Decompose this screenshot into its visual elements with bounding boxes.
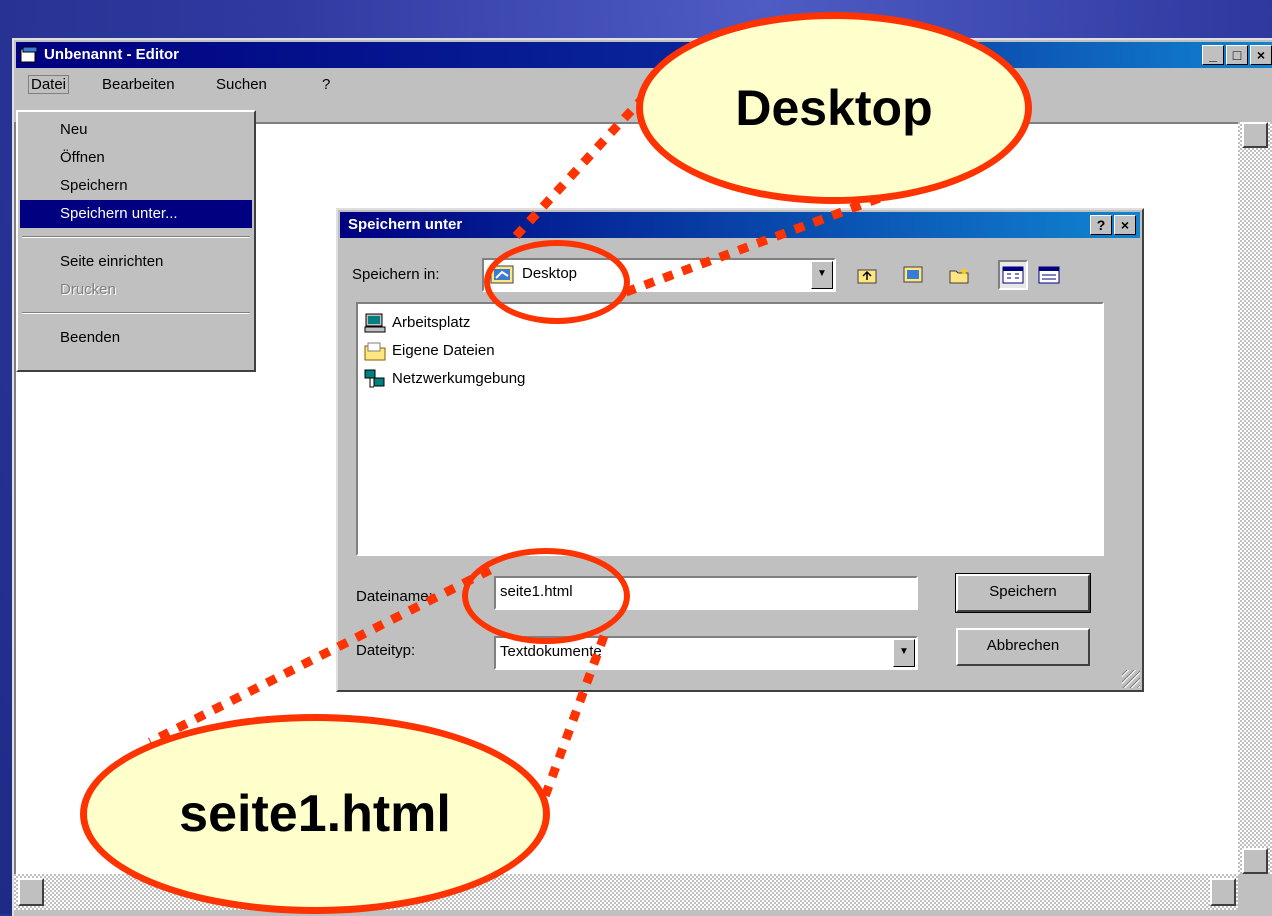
annotation-filename: seite1.html xyxy=(80,714,550,914)
highlight-ring-filename xyxy=(462,548,630,644)
annotation-desktop: Desktop xyxy=(636,12,1032,204)
annotation-desktop-text: Desktop xyxy=(735,80,933,136)
highlight-ring-desktop xyxy=(484,240,630,324)
annotation-filename-text: seite1.html xyxy=(179,785,451,843)
